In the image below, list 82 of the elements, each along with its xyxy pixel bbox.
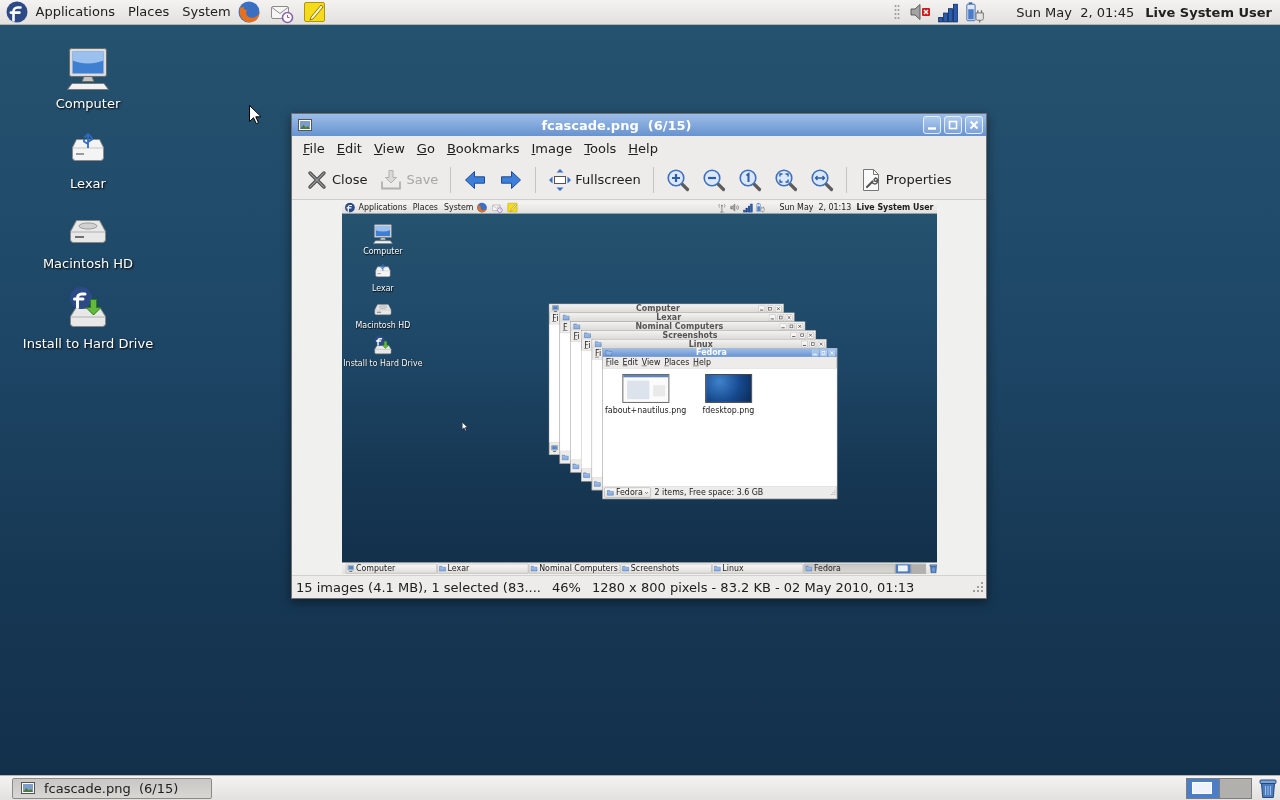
workspace-button[interactable]: [1187, 778, 1219, 798]
panel-menu[interactable]: Places: [121, 1, 176, 23]
fedora-logo-icon: [344, 201, 355, 213]
folder-icon: [582, 470, 590, 479]
menu-item[interactable]: File: [297, 140, 331, 156]
close-icon: [774, 304, 782, 312]
picture-icon[interactable]: [20, 780, 36, 796]
properties-button[interactable]: Properties: [852, 163, 958, 196]
desktop-icon-label[interactable]: Computer: [55, 96, 121, 112]
minimize-button[interactable]: [923, 116, 941, 134]
mini-window-icon: [897, 564, 907, 571]
mini-window-icon: [1192, 781, 1212, 794]
folder-icon: [606, 488, 614, 496]
close-icon: [817, 339, 825, 347]
signal-bars-icon: [742, 201, 753, 213]
close-icon: [827, 348, 835, 356]
window-title: fcascade.png (6/15): [540, 117, 693, 133]
clock[interactable]: Sun May 2, 01:45: [1016, 4, 1135, 20]
maximize-button[interactable]: [944, 116, 962, 134]
picture-icon[interactable]: [297, 117, 313, 133]
muted-speaker-icon[interactable]: [909, 1, 932, 23]
minimize-icon: [757, 304, 765, 312]
computer-icon: [346, 564, 355, 572]
resize-grip-icon: [829, 489, 836, 495]
mouse-pointer-icon: [249, 105, 261, 124]
close-icon: [806, 331, 814, 338]
zoom-in-icon[interactable]: [665, 167, 690, 192]
trash-icon[interactable]: [1257, 777, 1279, 799]
screenshot-thumbnail: [704, 373, 752, 403]
computer-icon: [551, 304, 559, 312]
desktop-icon-label[interactable]: Macintosh HD: [42, 256, 134, 272]
menu-item[interactable]: Edit: [330, 140, 368, 156]
minimize-icon: [800, 339, 808, 347]
drag-handle-icon: [894, 4, 901, 20]
folder-icon: [604, 348, 613, 356]
computer-icon[interactable]: [64, 45, 112, 93]
zoom-normal-icon[interactable]: [737, 167, 762, 192]
folder-icon: [593, 479, 601, 487]
menu-item[interactable]: Bookmarks: [440, 140, 526, 156]
panel-menu[interactable]: System: [175, 1, 238, 23]
globe-icon[interactable]: [237, 0, 262, 24]
window-close-button[interactable]: [965, 116, 983, 134]
mouse-pointer-icon: [461, 421, 468, 431]
folder-icon: [583, 330, 591, 339]
folder-icon: [621, 564, 629, 572]
resize-grip-icon[interactable]: [972, 581, 984, 593]
folder-icon: [594, 339, 602, 348]
desktop-icon-label[interactable]: Lexar: [70, 176, 106, 192]
minimize-icon: [768, 313, 776, 321]
fullscreen-button[interactable]: Fullscreen: [542, 163, 647, 196]
close-icon: [795, 322, 803, 330]
zoom-fit-icon[interactable]: [773, 167, 798, 192]
taskbar-button[interactable]: fcascade.png (6/15): [12, 777, 212, 799]
zoom-width-icon[interactable]: [809, 167, 834, 192]
notepad-icon[interactable]: [303, 0, 328, 24]
trash-icon: [927, 562, 937, 574]
computer-icon: [550, 444, 558, 452]
panel-menu[interactable]: Applications: [29, 1, 122, 23]
signal-bars-icon[interactable]: [937, 1, 960, 23]
minimize-icon: [811, 348, 819, 356]
minimize-icon: [779, 322, 787, 330]
menu-item[interactable]: Go: [410, 140, 441, 156]
screenshot-thumbnail: [621, 373, 669, 403]
menu-item[interactable]: View: [367, 140, 411, 156]
status-text: 15 images (4.1 MB), 1 selected (83....: [296, 579, 541, 595]
zoom-out-icon[interactable]: [701, 167, 726, 192]
minimize-icon: [789, 331, 797, 338]
desktop-icon-label[interactable]: Install to Hard Drive: [22, 336, 154, 352]
globe-icon: [476, 201, 488, 213]
menu-item[interactable]: Tools: [578, 140, 623, 156]
user-name[interactable]: Live System User: [1145, 4, 1272, 20]
folder-icon: [804, 564, 813, 572]
close-icon: [785, 313, 793, 321]
close-button[interactable]: Close: [299, 163, 374, 196]
notepad-icon: [506, 201, 518, 213]
fullscreen-icon[interactable]: [548, 167, 573, 192]
menu-item[interactable]: Image: [525, 140, 579, 156]
status-text: 1280 x 800 pixels - 83.2 KB - 02 May 2010, 01:13: [591, 579, 915, 595]
fedora-logo-icon[interactable]: [6, 1, 28, 23]
status-text: 46%: [552, 579, 581, 595]
battery-icon: [755, 201, 766, 213]
menu-item[interactable]: Help: [622, 140, 664, 156]
